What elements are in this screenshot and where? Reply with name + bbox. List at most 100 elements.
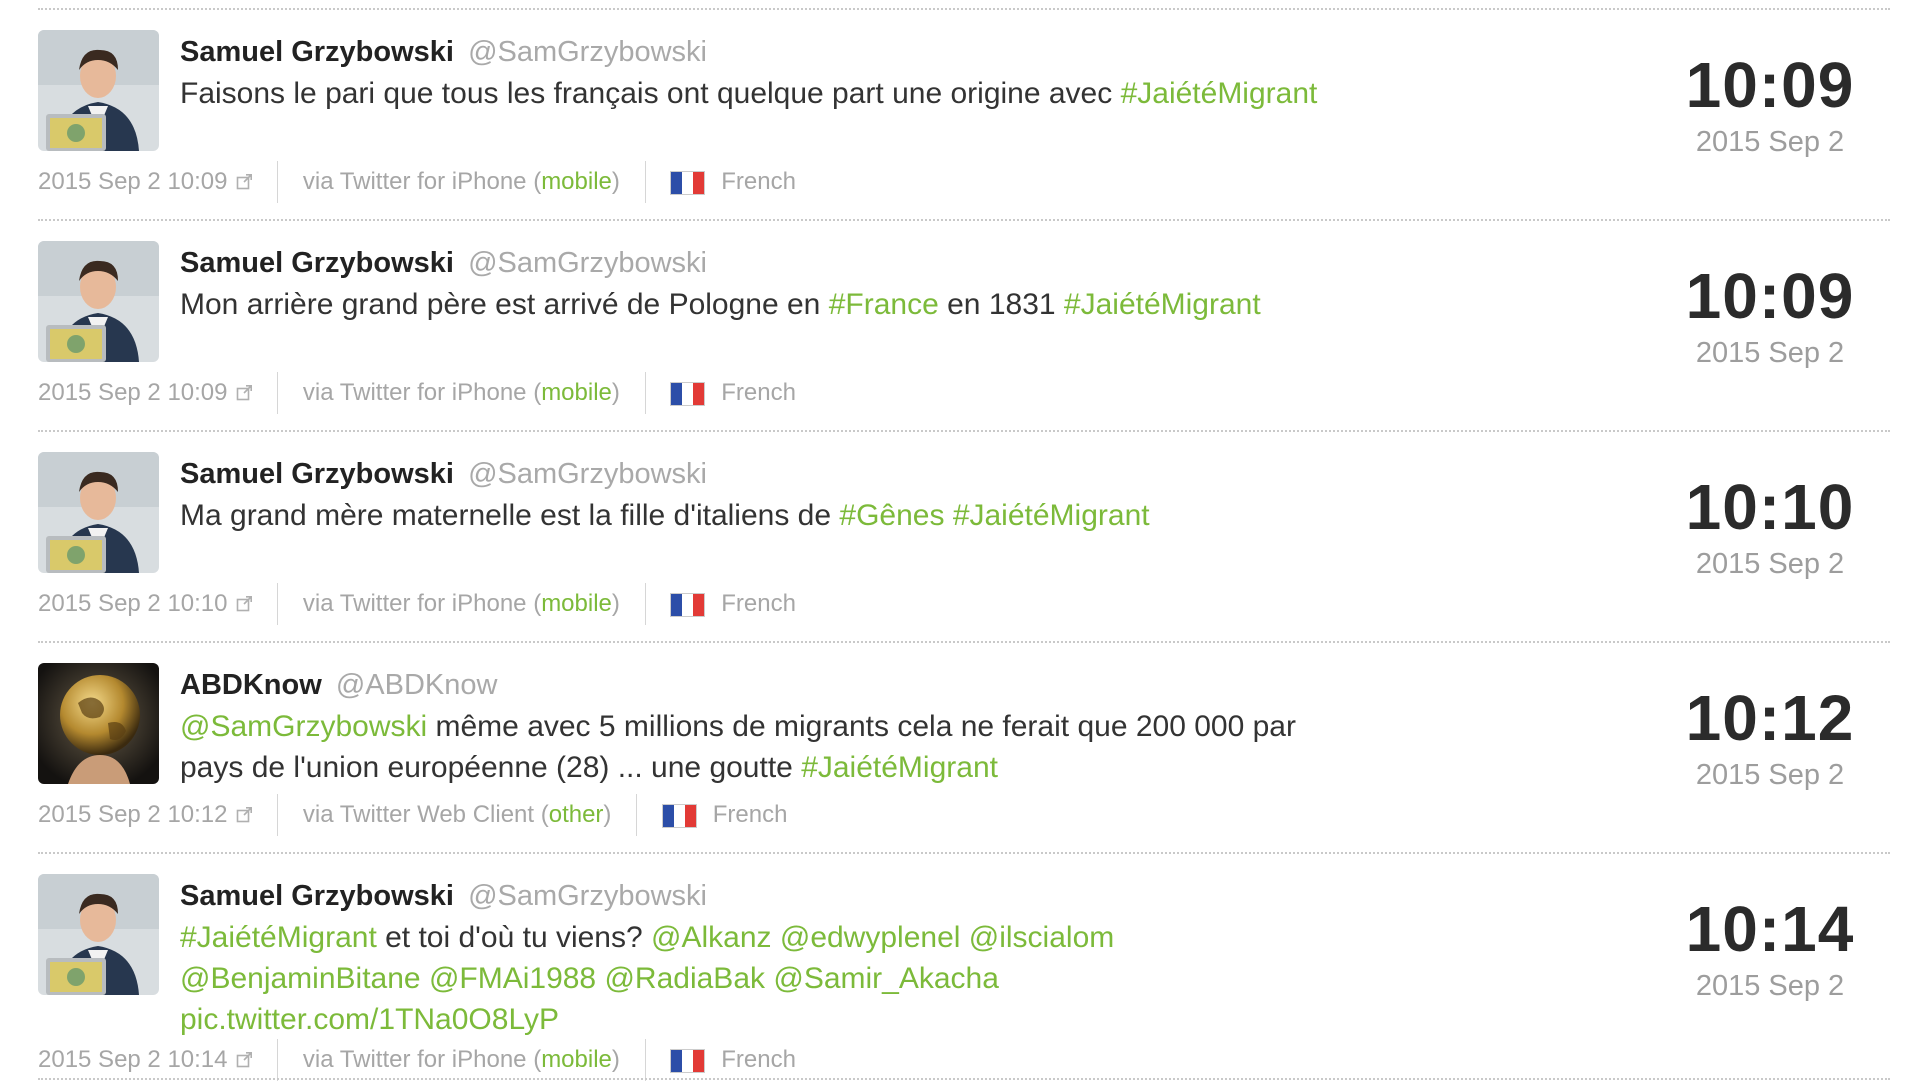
- timestamp-link[interactable]: 2015 Sep 2 10:12: [38, 794, 253, 836]
- timestamp-link[interactable]: 2015 Sep 2 10:14: [38, 1039, 253, 1081]
- meta-divider: [636, 794, 638, 836]
- tweet-text-run: Ma grand mère maternelle est la fille d'…: [180, 499, 840, 532]
- tweet-meta: 2015 Sep 2 10:09 via Twitter for iPhone …: [38, 161, 796, 203]
- source-type-link[interactable]: mobile: [541, 168, 612, 195]
- tweet-source: via Twitter Web Client (other): [303, 794, 612, 836]
- mention-link[interactable]: @BenjaminBitane: [180, 962, 421, 995]
- tweet-source: via Twitter for iPhone (mobile): [303, 372, 620, 414]
- france-flag-icon: [670, 593, 706, 617]
- tweet-source: via Twitter for iPhone (mobile): [303, 1039, 620, 1081]
- tweet-item: Samuel Grzybowski @SamGrzybowski #Jaiété…: [0, 874, 1924, 1082]
- clock-time: 10:09: [1685, 49, 1855, 121]
- source-type-link[interactable]: mobile: [541, 590, 612, 617]
- tweet-meta: 2015 Sep 2 10:14 via Twitter for iPhone …: [38, 1039, 796, 1081]
- external-link-icon: [236, 583, 253, 625]
- clock-date: 2015 Sep 2: [1695, 126, 1845, 158]
- tweet-text-run: [944, 499, 952, 532]
- media-link[interactable]: pic.twitter.com/1TNa0O8LyP: [180, 1003, 559, 1036]
- hashtag-link[interactable]: #Gênes: [839, 499, 944, 532]
- author-name[interactable]: ABDKnow: [180, 669, 322, 701]
- divider: [38, 641, 1890, 643]
- mention-link[interactable]: @Samir_Akacha: [773, 962, 999, 995]
- mention-link[interactable]: @RadiaBak: [604, 962, 765, 995]
- avatar[interactable]: [38, 874, 159, 995]
- author-name[interactable]: Samuel Grzybowski: [180, 458, 454, 490]
- tweet-author: Samuel Grzybowski @SamGrzybowski: [180, 878, 707, 914]
- meta-divider: [277, 161, 279, 203]
- divider: [38, 8, 1890, 10]
- avatar-photo: [38, 452, 159, 573]
- timestamp: 2015 Sep 2 10:10: [38, 590, 228, 617]
- timestamp: 2015 Sep 2 10:09: [38, 168, 228, 195]
- clock-time: 10:09: [1685, 260, 1855, 332]
- author-handle[interactable]: @SamGrzybowski: [468, 36, 707, 68]
- france-flag-icon: [670, 382, 706, 406]
- mention-link[interactable]: @FMAi1988: [429, 962, 596, 995]
- author-name[interactable]: Samuel Grzybowski: [180, 247, 454, 279]
- divider: [38, 852, 1890, 854]
- tweet-clock: 10:10 2015 Sep 2: [1620, 472, 1920, 582]
- tweet-clock: 10:14 2015 Sep 2: [1620, 894, 1920, 1004]
- avatar-photo: [38, 874, 159, 995]
- timestamp-link[interactable]: 2015 Sep 2 10:09: [38, 161, 253, 203]
- source-type-link[interactable]: mobile: [541, 1046, 612, 1073]
- source-suffix: ): [611, 1046, 620, 1073]
- mention-link[interactable]: @ilscialom: [969, 921, 1114, 954]
- timestamp-link[interactable]: 2015 Sep 2 10:09: [38, 372, 253, 414]
- tweet-author: Samuel Grzybowski @SamGrzybowski: [180, 245, 707, 281]
- source-type-link[interactable]: other: [549, 801, 604, 828]
- hashtag-link[interactable]: #JaiétéMigrant: [1064, 288, 1261, 321]
- meta-divider: [644, 1039, 646, 1081]
- meta-divider: [644, 372, 646, 414]
- timestamp-link[interactable]: 2015 Sep 2 10:10: [38, 583, 253, 625]
- external-link-icon: [236, 372, 253, 414]
- tweet-meta: 2015 Sep 2 10:12 via Twitter Web Client …: [38, 794, 787, 836]
- hashtag-link[interactable]: #France: [829, 288, 939, 321]
- tweet-language: French: [721, 379, 796, 406]
- tweet-text-run: Mon arrière grand père est arrivé de Pol…: [180, 288, 829, 321]
- meta-divider: [277, 583, 279, 625]
- author-name[interactable]: Samuel Grzybowski: [180, 36, 454, 68]
- tweet-meta: 2015 Sep 2 10:10 via Twitter for iPhone …: [38, 583, 796, 625]
- hashtag-link[interactable]: #JaiétéMigrant: [1121, 77, 1318, 110]
- hashtag-link[interactable]: #JaiétéMigrant: [953, 499, 1150, 532]
- clock-time: 10:10: [1685, 471, 1855, 543]
- mention-link[interactable]: @Alkanz: [651, 921, 772, 954]
- tweet-clock: 10:09 2015 Sep 2: [1620, 261, 1920, 371]
- mention-link[interactable]: @edwyplenel: [780, 921, 961, 954]
- meta-divider: [277, 372, 279, 414]
- author-handle[interactable]: @SamGrzybowski: [468, 880, 707, 912]
- author-handle[interactable]: @SamGrzybowski: [468, 247, 707, 279]
- source-type-link[interactable]: mobile: [541, 379, 612, 406]
- tweet-language: French: [721, 1046, 796, 1073]
- clock-date: 2015 Sep 2: [1695, 548, 1845, 580]
- timestamp: 2015 Sep 2 10:14: [38, 1046, 228, 1073]
- avatar[interactable]: [38, 452, 159, 573]
- mention-link[interactable]: @SamGrzybowski: [180, 710, 427, 743]
- source-prefix: via Twitter for iPhone (: [302, 379, 542, 406]
- clock-time: 10:14: [1685, 893, 1855, 965]
- avatar[interactable]: [38, 30, 159, 151]
- meta-divider: [644, 583, 646, 625]
- source-suffix: ): [611, 168, 620, 195]
- hashtag-link[interactable]: #JaiétéMigrant: [180, 921, 377, 954]
- tweet-language: French: [721, 590, 796, 617]
- tweet-item: ABDKnow @ABDKnow @SamGrzybowski même ave…: [0, 663, 1924, 836]
- author-handle[interactable]: @ABDKnow: [336, 669, 498, 701]
- author-handle[interactable]: @SamGrzybowski: [468, 458, 707, 490]
- tweet-feed: Samuel Grzybowski @SamGrzybowski Faisons…: [0, 0, 1924, 1082]
- divider: [38, 219, 1890, 221]
- france-flag-icon: [670, 171, 706, 195]
- meta-divider: [277, 1039, 279, 1081]
- source-suffix: ): [603, 801, 612, 828]
- avatar[interactable]: [38, 241, 159, 362]
- avatar-photo: [38, 241, 159, 362]
- avatar[interactable]: [38, 663, 159, 784]
- timestamp: 2015 Sep 2 10:09: [38, 379, 228, 406]
- france-flag-icon: [670, 1049, 706, 1073]
- source-prefix: via Twitter for iPhone (: [302, 590, 542, 617]
- author-name[interactable]: Samuel Grzybowski: [180, 880, 454, 912]
- globe-avatar: [38, 663, 159, 784]
- hashtag-link[interactable]: #JaiétéMigrant: [801, 751, 998, 784]
- divider: [38, 1078, 1890, 1080]
